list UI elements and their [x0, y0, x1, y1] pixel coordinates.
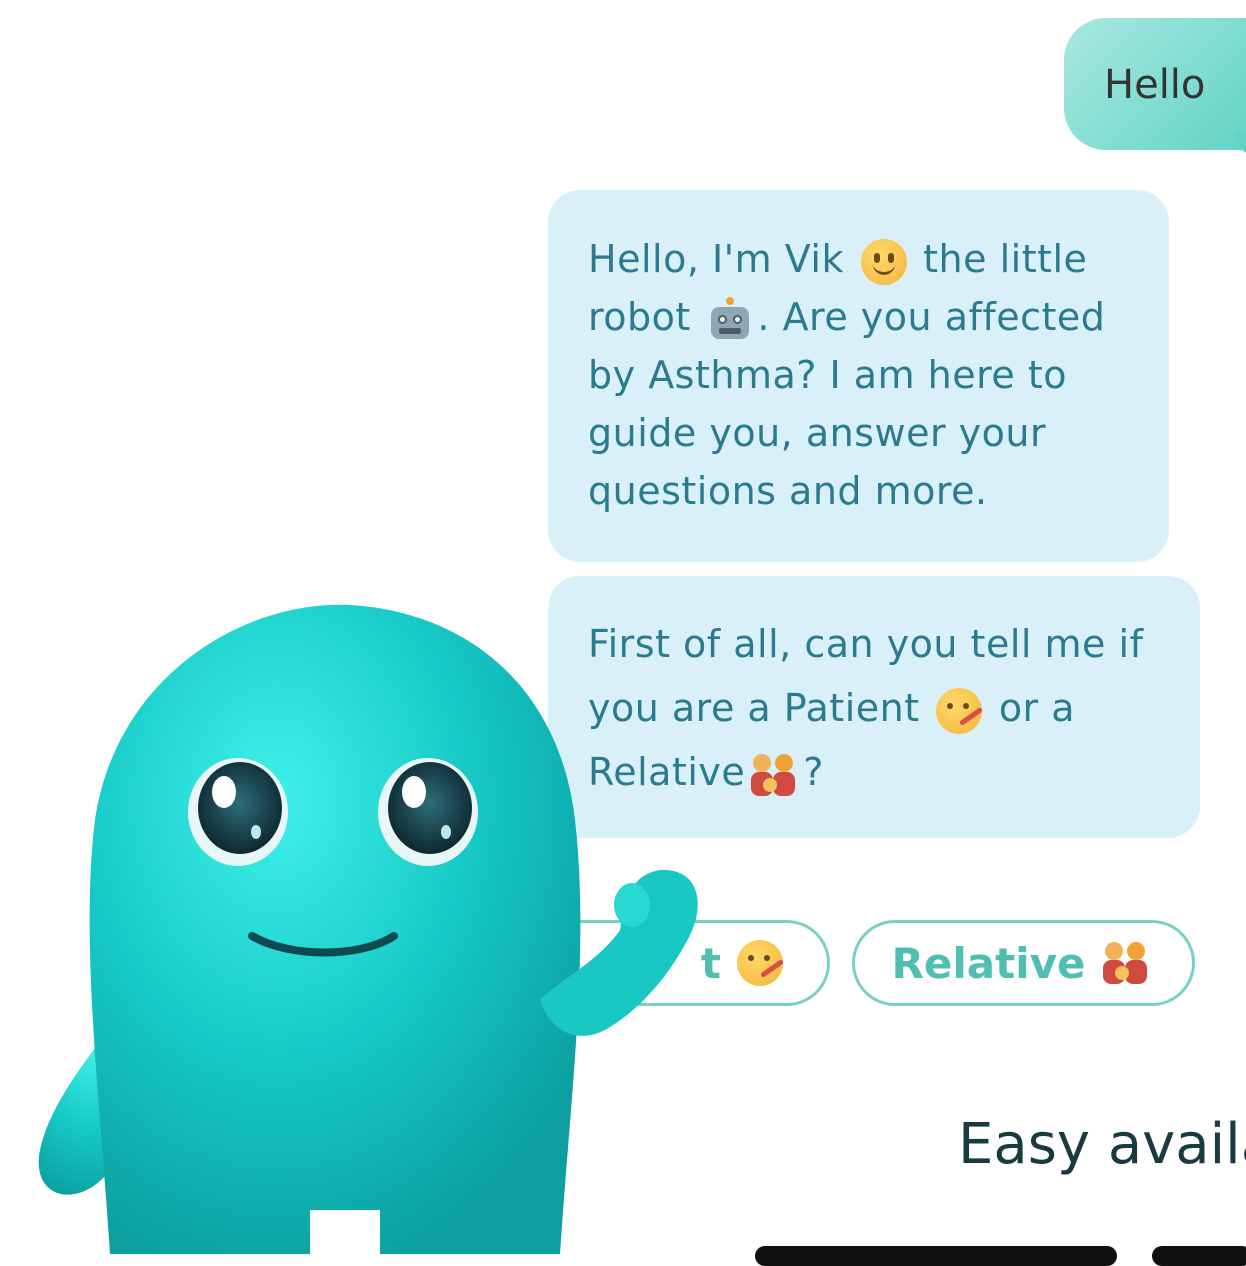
relative-quick-reply-label: Relative	[891, 938, 1086, 988]
bot-message-1-line-3: by Asthma? I am here to	[588, 353, 1068, 397]
face-with-thermometer-icon	[936, 687, 983, 734]
bot-message-1-line-1: Hello, I'm Vik the little	[588, 230, 1129, 288]
bot-text: robot	[588, 295, 691, 339]
bot-text: ?	[803, 750, 824, 794]
bot-message-1-line-2: robot . Are you affected	[588, 288, 1129, 346]
relative-quick-reply-button[interactable]: Relative	[852, 920, 1195, 1006]
bot-message-bubble-1: Hello, I'm Vik the little robot . Are yo…	[548, 190, 1169, 562]
vik-robot-mascot	[38, 604, 698, 1254]
face-with-thermometer-icon	[737, 940, 783, 986]
family-icon	[1101, 940, 1151, 986]
slightly-smiling-face-icon	[860, 238, 907, 285]
bot-text: . Are you affected	[757, 295, 1106, 339]
bot-text: the little	[923, 237, 1088, 281]
bot-message-1-line-5: questions and more.	[588, 469, 988, 513]
family-icon	[749, 752, 799, 798]
bot-text: or a	[998, 686, 1076, 730]
tagline: Easy availa	[958, 1112, 1246, 1177]
bot-text: Hello, I'm Vik	[588, 237, 844, 281]
app-store-badge[interactable]	[755, 1246, 1117, 1266]
robot-face-icon	[707, 296, 753, 343]
google-play-badge[interactable]	[1152, 1246, 1246, 1266]
user-message-text: Hello	[1104, 62, 1206, 108]
bot-message-1-line-4: guide you, answer your	[588, 411, 1047, 455]
user-message-bubble: Hello	[1064, 18, 1246, 156]
user-bubble-tail	[1234, 132, 1246, 156]
